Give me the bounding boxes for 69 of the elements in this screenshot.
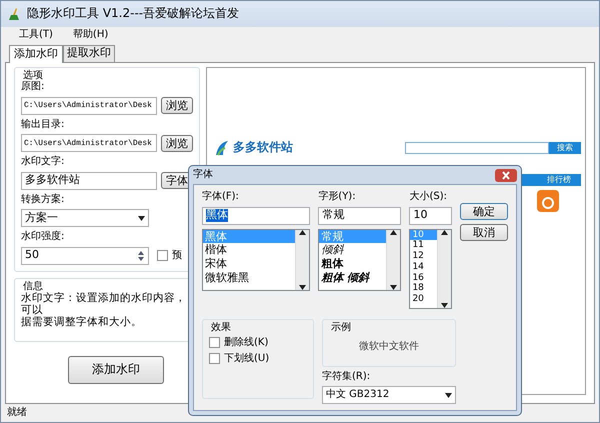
list-item[interactable]: 20 [410,294,437,306]
browse-button[interactable]: 浏览 [161,97,193,114]
search-field[interactable] [405,142,549,154]
logo-icon [215,140,229,156]
sample-text: 微软中文软件 [358,341,420,352]
tab[interactable]: 添加水印 [9,45,63,63]
field-label: 输出目录: [21,118,66,130]
menu-item[interactable]: 帮助(H) [72,29,108,41]
list-item[interactable]: 16 [410,272,437,284]
group-title: 选项 [21,70,45,82]
dialog-title: 字体 [193,169,213,181]
field-label: 字体(F): [202,191,240,202]
up-arrow-icon [441,230,448,234]
checkbox-label: 下划线(U) [224,352,270,364]
menu-item[interactable]: 工具(T) [19,29,53,41]
field-label: 原图: [21,81,46,93]
browse-button[interactable]: 浏览 [161,134,193,152]
cancel-button[interactable]: 取消 [460,224,508,242]
app-icon [537,190,559,212]
up-arrow-icon [390,230,398,234]
nav-link[interactable]: 排行榜 [547,174,571,186]
down-arrow-icon [390,284,398,290]
charset-select[interactable]: 中文 GB2312 [322,386,456,404]
text-field[interactable]: 多多软件站 [21,172,157,190]
list-item[interactable]: 宋体 [203,257,296,271]
field-label: 字符集(R): [322,370,372,382]
checkbox-label: 删除线(K) [224,337,268,348]
scheme-select[interactable]: 方案一 [21,209,149,228]
field-label: 字形(Y): [318,191,357,202]
down-arrow-icon [445,392,452,398]
tab[interactable]: 提取水印 [63,45,115,62]
checkbox[interactable] [209,337,220,348]
close-icon[interactable] [495,168,517,182]
group-title: 示例 [329,322,353,333]
group-title: 信息 [21,280,45,292]
status-text: 就绪 [7,407,27,419]
list-item[interactable]: 粗体 [319,257,386,271]
logo-text: 多多软件站 [233,140,293,155]
checkbox[interactable] [209,352,220,364]
ok-button[interactable]: 确定 [460,203,508,220]
app-icon [7,7,21,21]
list-item[interactable]: 倾斜 [319,243,386,257]
spin-field[interactable]: 50 [21,246,149,265]
field-label: 水印强度: [21,231,66,243]
list-item[interactable]: 粗体 倾斜 [319,270,386,284]
spin-arrows-icon [137,250,145,262]
checkbox[interactable] [157,250,168,262]
window-title: 隐形水印工具 V1.2---吾爱破解论坛首发 [27,7,240,21]
list-item[interactable]: 12 [410,251,437,262]
list-item[interactable]: 微软雅黑 [203,270,296,284]
font-input[interactable]: 常规 [318,206,402,224]
list-item[interactable]: 11 [410,240,437,252]
search-button[interactable]: 搜索 [549,142,581,154]
add-watermark-button[interactable]: 添加水印 [68,356,164,384]
group-title: 效果 [209,322,233,333]
field-label: 水印文字: [21,156,66,168]
font-input[interactable]: 黑体 [202,206,310,224]
list-item[interactable]: 楷体 [203,243,296,257]
font-input[interactable]: 10 [409,206,452,224]
info-text: 水印文字：设置添加的水印内容，可以 据需要调整字体和大小。 [21,292,187,328]
field-label: 大小(S): [409,191,448,202]
down-arrow-icon [299,284,306,290]
down-arrow-icon [138,216,145,221]
checkbox-label: 预 [172,250,182,262]
down-arrow-icon [441,302,448,308]
up-arrow-icon [299,230,306,234]
field-label: 转换方案: [21,194,66,206]
list-item[interactable]: 18 [410,283,437,294]
list-item[interactable]: 14 [410,262,437,273]
